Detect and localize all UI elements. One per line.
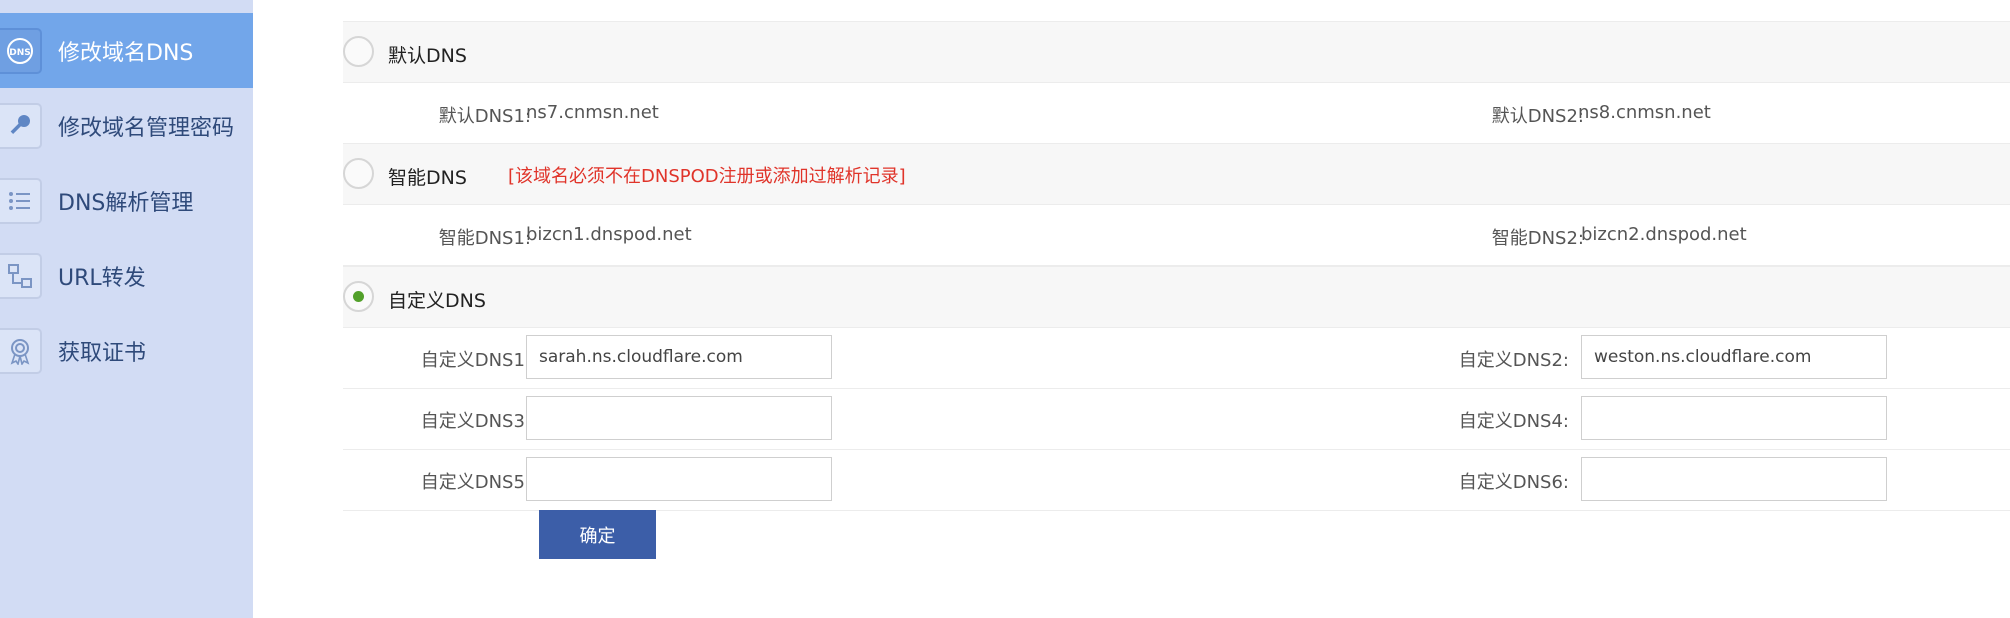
default-dns-label: 默认DNS	[388, 45, 467, 67]
smart-dns-warning-note: [该域名必须不在DNSPOD注册或添加过解析记录]	[508, 166, 906, 187]
custom-dns-row-3: 自定义DNS5: 自定义DNS6:	[343, 450, 2010, 511]
custom-dns1-input[interactable]	[526, 335, 832, 379]
certificate-icon	[0, 327, 42, 374]
key-icon	[0, 102, 42, 149]
default-dns1-value: ns7.cnmsn.net	[526, 102, 659, 123]
dns-icon: DNS	[0, 27, 42, 74]
custom-dns1-label: 自定义DNS1:	[420, 350, 531, 371]
custom-dns-radio[interactable]	[343, 281, 374, 312]
custom-dns-row-1: 自定义DNS1: 自定义DNS2:	[343, 328, 2010, 389]
smart-dns-option-row: 智能DNS [该域名必须不在DNSPOD注册或添加过解析记录]	[343, 143, 2010, 205]
custom-dns3-label: 自定义DNS3:	[420, 411, 531, 432]
sidebar-item-dns-management[interactable]: DNS解析管理	[0, 163, 253, 238]
custom-dns5-label: 自定义DNS5:	[420, 472, 531, 493]
confirm-button[interactable]: 确定	[539, 510, 656, 559]
list-icon	[0, 177, 42, 224]
default-dns-values-row: 默认DNS1: ns7.cnmsn.net 默认DNS2: ns8.cnmsn.…	[343, 83, 2010, 144]
sidebar-item-label: 修改域名管理密码	[58, 115, 235, 141]
custom-dns6-label: 自定义DNS6:	[1458, 472, 1569, 493]
default-dns2-label: 默认DNS2:	[1491, 106, 1584, 127]
custom-dns-option-row: 自定义DNS	[343, 266, 2010, 328]
custom-dns6-input[interactable]	[1581, 457, 1887, 501]
custom-dns-label: 自定义DNS	[388, 290, 486, 312]
custom-dns-row-2: 自定义DNS3: 自定义DNS4:	[343, 389, 2010, 450]
custom-dns5-input[interactable]	[526, 457, 832, 501]
custom-dns4-input[interactable]	[1581, 396, 1887, 440]
sidebar: DNS 修改域名DNS 修改域名管理密码 DNS解析管理 URL转发 获取证书	[0, 0, 253, 618]
sidebar-item-url-redirect[interactable]: URL转发	[0, 238, 253, 313]
smart-dns-radio[interactable]	[343, 158, 374, 189]
default-dns-option-row: 默认DNS	[343, 21, 2010, 83]
sidebar-item-modify-password[interactable]: 修改域名管理密码	[0, 88, 253, 163]
sidebar-item-get-certificate[interactable]: 获取证书	[0, 313, 253, 388]
default-dns1-label: 默认DNS1:	[438, 106, 531, 127]
sidebar-item-modify-dns[interactable]: DNS 修改域名DNS	[0, 13, 253, 88]
custom-dns2-input[interactable]	[1581, 335, 1887, 379]
smart-dns1-value: bizcn1.dnspod.net	[526, 224, 692, 245]
smart-dns2-label: 智能DNS2:	[1491, 228, 1584, 249]
smart-dns2-value: bizcn2.dnspod.net	[1581, 224, 1747, 245]
sidebar-item-label: URL转发	[58, 265, 146, 291]
smart-dns1-label: 智能DNS1:	[438, 228, 531, 249]
sidebar-item-label: DNS解析管理	[58, 190, 194, 216]
svg-text:DNS: DNS	[9, 48, 31, 58]
custom-dns4-label: 自定义DNS4:	[1458, 411, 1569, 432]
custom-dns2-label: 自定义DNS2:	[1458, 350, 1569, 371]
custom-dns3-input[interactable]	[526, 396, 832, 440]
smart-dns-values-row: 智能DNS1: bizcn1.dnspod.net 智能DNS2: bizcn2…	[343, 205, 2010, 266]
default-dns-radio[interactable]	[343, 36, 374, 67]
default-dns2-value: ns8.cnmsn.net	[1578, 102, 1711, 123]
sidebar-item-label: 获取证书	[58, 340, 147, 366]
sidebar-item-label: 修改域名DNS	[58, 40, 194, 66]
smart-dns-label: 智能DNS	[388, 167, 467, 189]
redirect-icon	[0, 252, 42, 299]
